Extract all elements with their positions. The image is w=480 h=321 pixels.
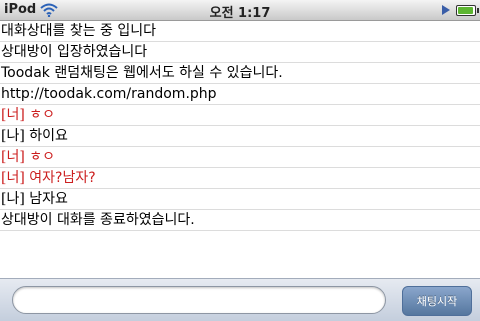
chat-message-partner: [너] ㅎㅇ xyxy=(0,105,480,126)
partner-prefix: [너] xyxy=(1,170,25,186)
start-chat-button[interactable]: 채팅시작 xyxy=(402,286,472,316)
message-input[interactable] xyxy=(12,286,386,314)
system-message-text: 상대방이 대화를 종료하였습니다. xyxy=(1,212,195,228)
chat-message-partner: [너] ㅎㅇ xyxy=(0,147,480,168)
chat-message-me: [나] 남자요 xyxy=(0,189,480,210)
system-message-text: Toodak 랜덤채팅은 웹에서도 하실 수 있습니다. xyxy=(1,65,283,81)
play-icon xyxy=(442,5,450,15)
my-message-text: 남자요 xyxy=(29,191,68,207)
partner-message-text: 여자?남자? xyxy=(29,170,96,186)
system-message-text: 상대방이 입장하였습니다 xyxy=(1,44,148,60)
system-message-text: 대화상대를 찾는 중 입니다 xyxy=(1,23,157,39)
chat-message-system: Toodak 랜덤채팅은 웹에서도 하실 수 있습니다. xyxy=(0,63,480,84)
input-bar: 채팅시작 xyxy=(0,278,480,321)
battery-icon xyxy=(456,5,479,16)
chat-log: 대화상대를 찾는 중 입니다상대방이 입장하였습니다 Toodak 랜덤채팅은 웹… xyxy=(0,21,480,277)
partner-prefix: [너] xyxy=(1,107,25,123)
chat-message-partner: [너] 여자?남자? xyxy=(0,168,480,189)
chat-message-system: 상대방이 입장하였습니다 xyxy=(0,42,480,63)
partner-prefix: [너] xyxy=(1,149,25,165)
system-message-text: http://toodak.com/random.php xyxy=(1,86,217,102)
chat-message-system: 대화상대를 찾는 중 입니다 xyxy=(0,21,480,42)
partner-message-text: ㅎㅇ xyxy=(29,149,56,165)
partner-message-text: ㅎㅇ xyxy=(29,107,56,123)
chat-message-system: http://toodak.com/random.php xyxy=(0,84,480,105)
my-message-text: 하이요 xyxy=(29,128,68,144)
chat-message-me: [나] 하이요 xyxy=(0,126,480,147)
me-prefix: [나] xyxy=(1,128,25,144)
me-prefix: [나] xyxy=(1,191,25,207)
chat-message-system: 상대방이 대화를 종료하였습니다. xyxy=(0,210,480,231)
status-bar: iPod 오전 1:17 xyxy=(0,0,480,21)
clock: 오전 1:17 xyxy=(209,6,271,21)
